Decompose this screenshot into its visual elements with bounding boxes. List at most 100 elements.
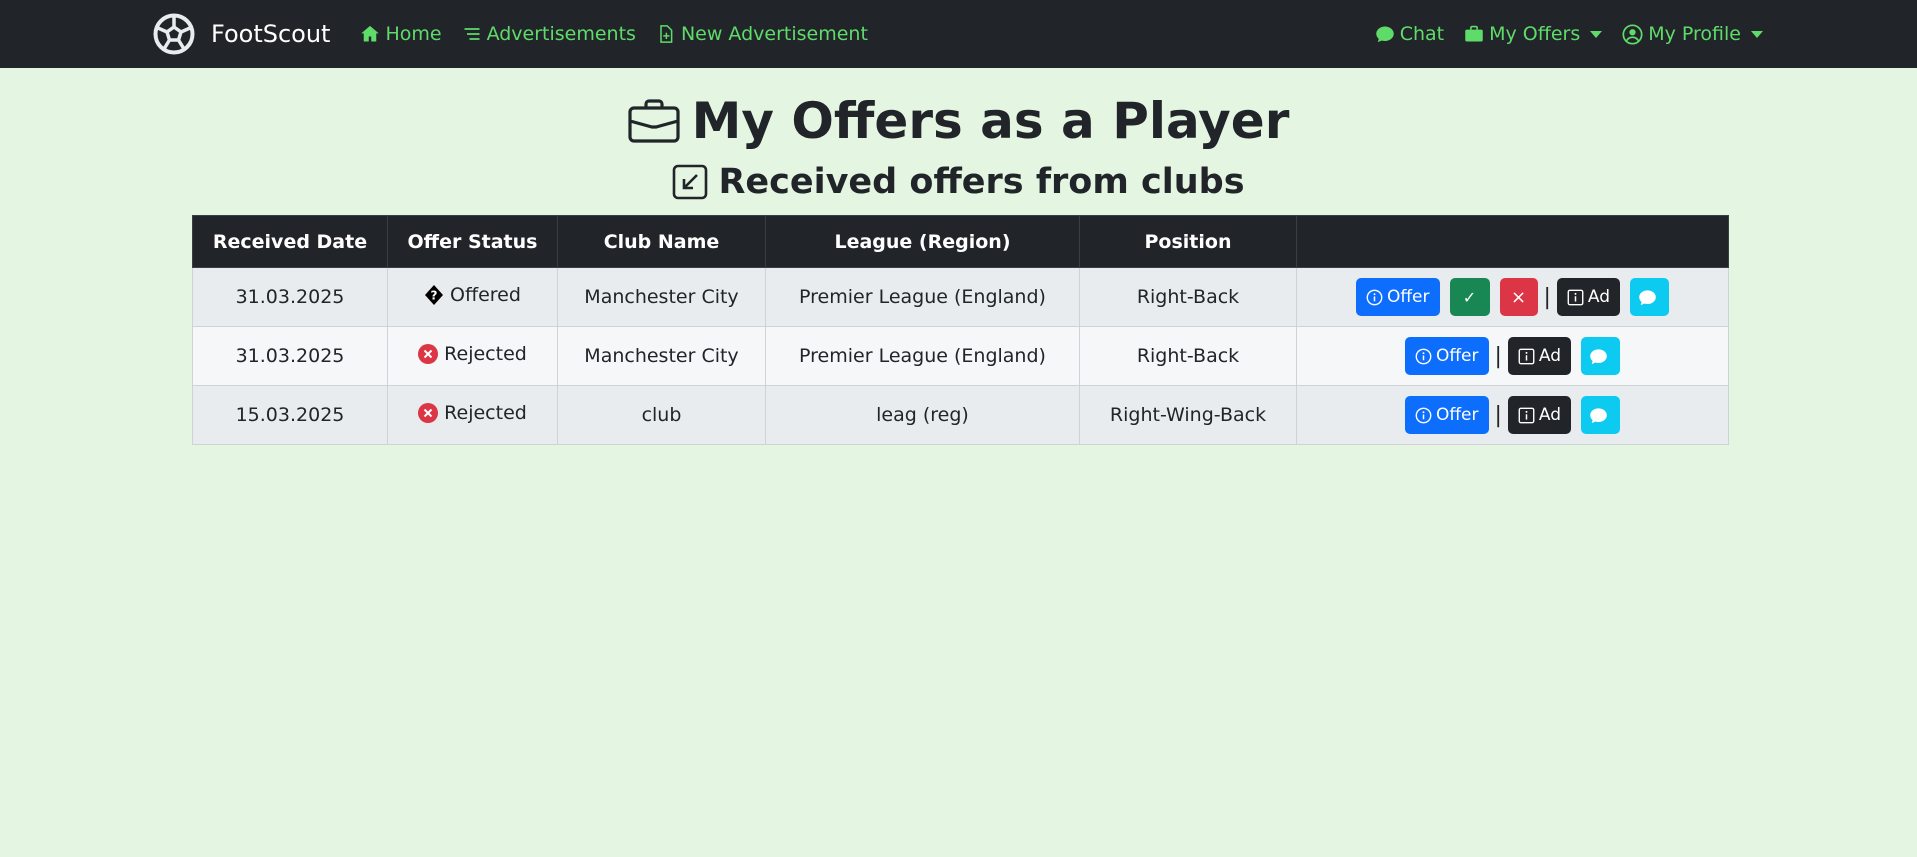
cell-club: club	[557, 385, 766, 445]
cell-date: 31.03.2025	[192, 267, 388, 327]
chat-button[interactable]	[1630, 278, 1670, 316]
cell-position: Right-Back	[1079, 267, 1297, 327]
page-title-text: My Offers as a Player	[691, 92, 1290, 150]
status-text: Rejected	[444, 402, 527, 424]
nav-new-advertisement[interactable]: New Advertisement	[656, 23, 868, 45]
cell-club: Manchester City	[557, 267, 766, 327]
nav-my-profile-label: My Profile	[1648, 23, 1741, 45]
cell-position: Right-Wing-Back	[1079, 385, 1297, 445]
house-icon	[361, 25, 380, 42]
svg-text:?: ?	[431, 288, 438, 302]
status-text: Offered	[450, 283, 521, 306]
x-circle-icon	[418, 403, 439, 423]
cell-status: Rejected	[387, 385, 558, 445]
soccer-ball-icon	[153, 13, 195, 55]
separator: |	[1543, 284, 1551, 310]
navbar: FootScout Home Advertisements New Advert…	[0, 0, 1917, 68]
table-header-row: Received Date Offer Status Club Name Lea…	[192, 215, 1729, 268]
cell-status: ? Offered	[387, 267, 558, 327]
chat-bubble-icon	[1375, 26, 1394, 43]
header-position: Position	[1079, 215, 1297, 268]
row-actions: Offer | Ad	[1400, 396, 1625, 434]
nav-new-advertisement-label: New Advertisement	[680, 23, 868, 45]
separator: |	[1494, 402, 1502, 428]
briefcase-icon	[628, 99, 680, 143]
chevron-down-icon	[1590, 30, 1603, 38]
info-square-icon	[1518, 407, 1535, 423]
header-league-region: League (Region)	[765, 215, 1080, 268]
cell-actions: Offer | Ad	[1296, 385, 1729, 445]
cell-actions: Offer ✓ × | Ad	[1296, 267, 1729, 327]
cell-position: Right-Back	[1079, 326, 1297, 386]
header-offer-status: Offer Status	[387, 215, 558, 268]
x-icon: ×	[1510, 286, 1527, 308]
row-actions: Offer | Ad	[1400, 337, 1625, 375]
x-circle-icon	[418, 344, 439, 364]
offer-button-label: Offer	[1386, 287, 1430, 307]
separator: |	[1494, 343, 1502, 369]
nav-advertisements-label: Advertisements	[486, 23, 636, 45]
check-icon: ✓	[1462, 287, 1477, 307]
header-club-name: Club Name	[557, 215, 766, 268]
nav-home[interactable]: Home	[360, 23, 442, 45]
info-circle-icon	[1415, 348, 1432, 364]
header-actions	[1296, 215, 1729, 268]
chevron-down-icon	[1751, 30, 1763, 38]
cell-league: Premier League (England)	[765, 267, 1080, 327]
header-received-date: Received Date	[192, 215, 388, 268]
ad-details-button[interactable]: Ad	[1507, 337, 1572, 375]
cell-league: Premier League (England)	[765, 326, 1080, 386]
offer-button-label: Offer	[1435, 405, 1479, 425]
offer-details-button[interactable]: Offer	[1404, 396, 1489, 434]
nav-my-offers-label: My Offers	[1489, 23, 1581, 45]
status-badge: Rejected	[418, 402, 527, 424]
unknown-glyph-icon: ?	[424, 284, 444, 306]
info-square-icon	[1518, 348, 1535, 364]
cell-actions: Offer | Ad	[1296, 326, 1729, 386]
reject-offer-button[interactable]: ×	[1499, 278, 1538, 316]
cell-date: 15.03.2025	[192, 385, 388, 445]
arrow-down-left-square-icon	[673, 164, 708, 200]
offers-table: Received Date Offer Status Club Name Lea…	[192, 215, 1729, 445]
nav-my-profile[interactable]: My Profile	[1622, 23, 1763, 45]
chat-button[interactable]	[1581, 337, 1621, 375]
ad-details-button[interactable]: Ad	[1556, 278, 1621, 316]
table-row: 31.03.2025 ? Offered Manchester City Pre…	[192, 267, 1729, 327]
brand-link[interactable]: FootScout	[153, 13, 330, 55]
status-badge: ? Offered	[424, 284, 521, 306]
chat-button[interactable]	[1581, 396, 1621, 434]
chat-bubble-icon	[1590, 407, 1607, 423]
table-row: 15.03.2025 Rejected club leag (reg) Righ…	[192, 385, 1729, 445]
cell-club: Manchester City	[557, 326, 766, 386]
brand-name: FootScout	[211, 20, 331, 48]
cell-status: Rejected	[387, 326, 558, 386]
offer-details-button[interactable]: Offer	[1355, 278, 1440, 316]
page-subtitle: Received offers from clubs	[0, 162, 1917, 202]
ad-details-button[interactable]: Ad	[1507, 396, 1572, 434]
page-title: My Offers as a Player	[0, 92, 1917, 150]
page-subtitle-text: Received offers from clubs	[718, 162, 1245, 202]
nav-chat-label: Chat	[1399, 23, 1445, 45]
status-badge: Rejected	[418, 343, 527, 365]
chat-bubble-icon	[1639, 289, 1656, 305]
ad-button-label: Ad	[1538, 346, 1562, 366]
ad-button-label: Ad	[1587, 287, 1611, 307]
navbar-right: Chat My Offers My Profile	[1355, 23, 1763, 45]
table-row: 31.03.2025 Rejected Manchester City Prem…	[192, 326, 1729, 386]
file-plus-icon	[660, 25, 673, 43]
chat-bubble-icon	[1590, 348, 1607, 364]
nav-advertisements[interactable]: Advertisements	[462, 23, 636, 45]
info-circle-icon	[1366, 289, 1383, 305]
accept-offer-button[interactable]: ✓	[1449, 278, 1490, 316]
nav-chat[interactable]: Chat	[1375, 23, 1444, 45]
nav-my-offers[interactable]: My Offers	[1464, 23, 1603, 45]
person-circle-icon	[1622, 23, 1643, 45]
offer-details-button[interactable]: Offer	[1404, 337, 1489, 375]
nav-home-label: Home	[385, 23, 442, 45]
status-text: Rejected	[444, 343, 527, 365]
briefcase-icon	[1465, 25, 1483, 42]
list-lines-icon	[464, 28, 480, 40]
offers-table-wrapper: Received Date Offer Status Club Name Lea…	[192, 215, 1729, 445]
navbar-inner: FootScout Home Advertisements New Advert…	[153, 0, 1763, 68]
navbar-left: FootScout Home Advertisements New Advert…	[153, 13, 888, 55]
